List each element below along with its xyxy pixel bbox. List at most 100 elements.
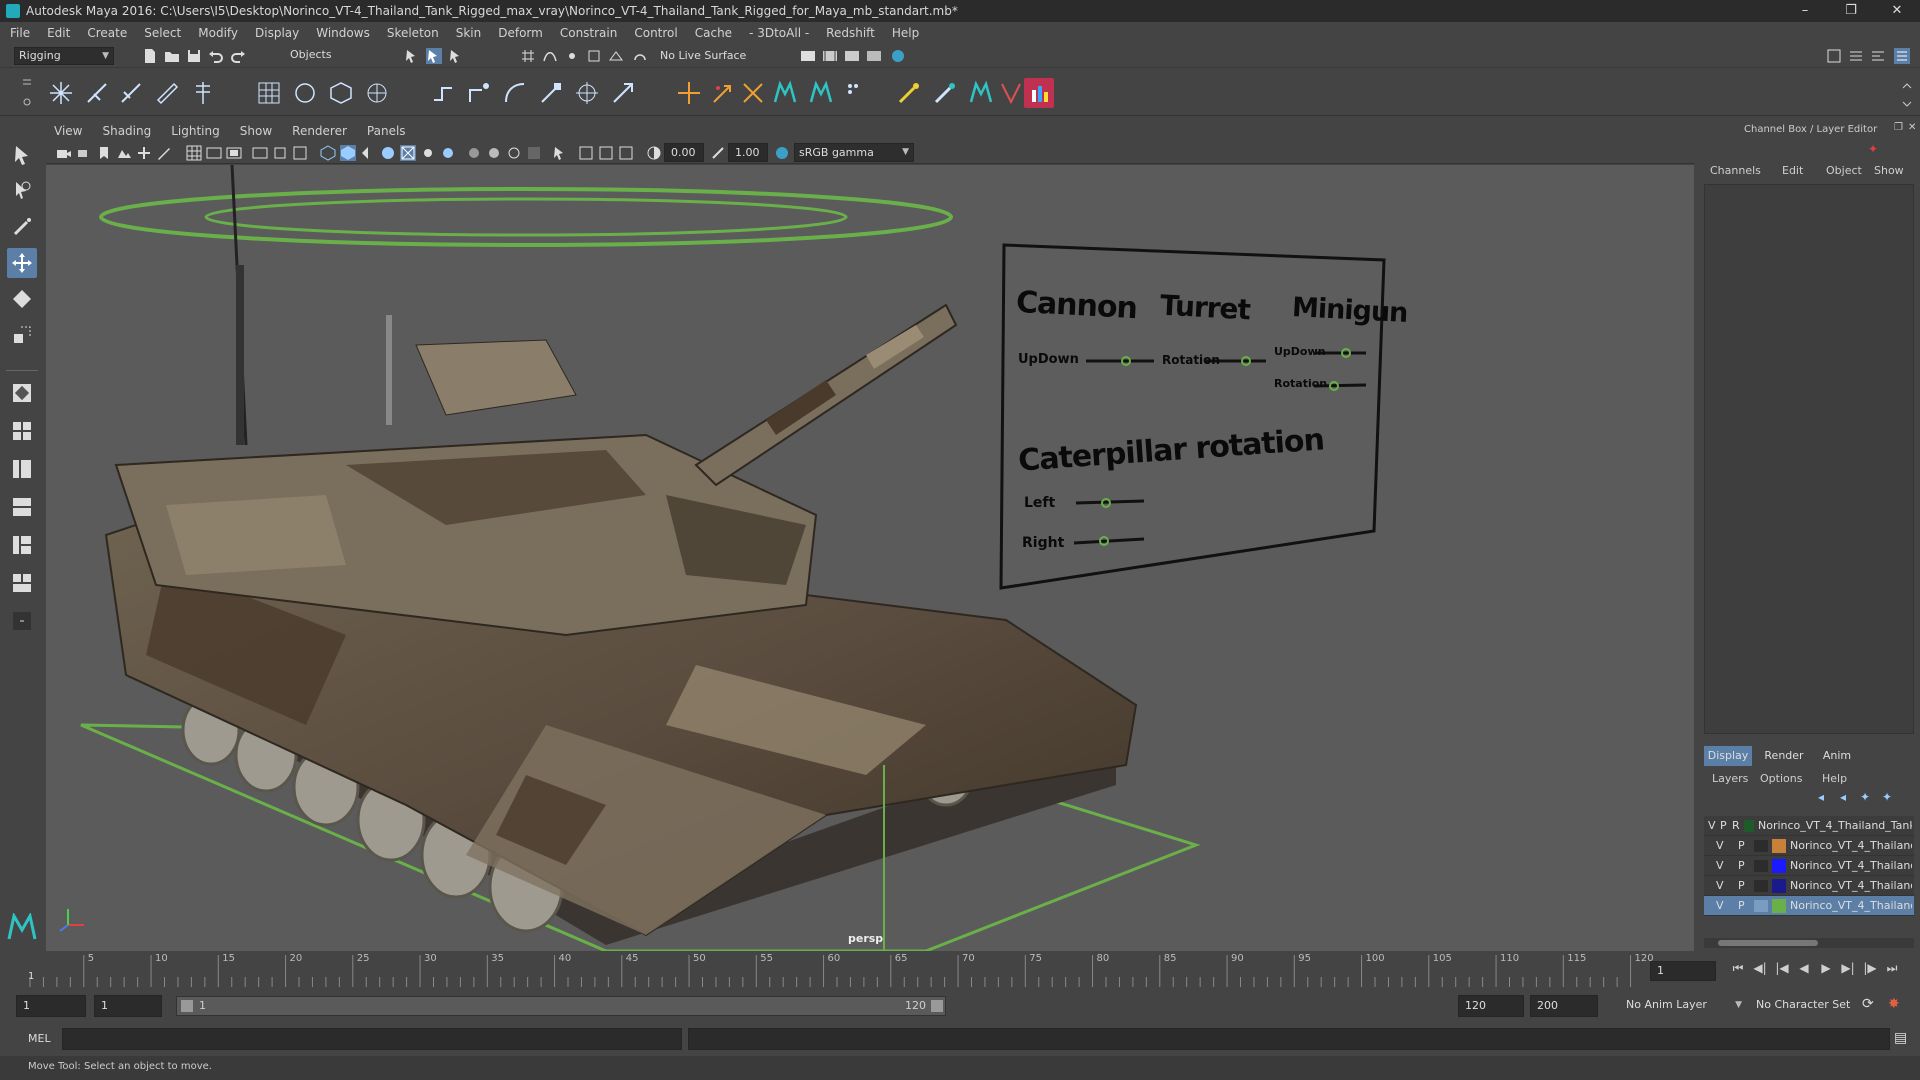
layer-visibility-toggle[interactable]: V (1716, 839, 1724, 852)
layer-row[interactable]: V P Norinco_VT_4_Thailand (1704, 856, 1914, 876)
float-panel-icon[interactable]: ❐ (1894, 122, 1903, 133)
close-panel-icon[interactable]: ✕ (1908, 122, 1916, 133)
layer-row[interactable]: V P R Norinco_VT_4_Thailand_Tank (1704, 816, 1914, 836)
menu-skeleton[interactable]: Skeleton (387, 26, 439, 40)
toolbox-collapse-icon[interactable] (7, 606, 37, 636)
save-scene-icon[interactable] (186, 48, 202, 64)
open-scene-icon[interactable] (164, 48, 180, 64)
channel-box-toggle-icon[interactable] (1894, 48, 1910, 64)
exposure-field[interactable]: 0.00 (664, 143, 704, 162)
step-back-key-icon[interactable]: |◀ (1772, 961, 1792, 976)
layer-name[interactable]: Norinco_VT_4_Thailand (1790, 859, 1912, 872)
menu-select[interactable]: Select (144, 26, 181, 40)
xray-components-icon[interactable] (618, 145, 634, 161)
auto-key-icon[interactable]: ⟳ (1862, 996, 1874, 1012)
play-forwards-icon[interactable]: ▶ (1816, 961, 1836, 976)
set-key-icon[interactable] (708, 78, 738, 108)
lasso-tool-icon[interactable] (7, 176, 37, 206)
menu-display[interactable]: Display (255, 26, 299, 40)
pole-vector-icon[interactable] (608, 78, 638, 108)
menu-windows[interactable]: Windows (316, 26, 370, 40)
scale-constraint-icon[interactable] (536, 78, 566, 108)
point-constraint-icon[interactable] (464, 78, 494, 108)
layer-reference-slot[interactable] (1754, 880, 1768, 892)
mirror-joint-icon[interactable] (188, 78, 218, 108)
current-frame-field[interactable]: 1 (1650, 961, 1716, 981)
lattice-icon[interactable] (254, 78, 284, 108)
ipr-render-icon[interactable] (844, 48, 860, 64)
dots-icon[interactable] (840, 78, 870, 108)
layer-reference-slot[interactable] (1754, 860, 1768, 872)
attribute-editor-icon[interactable] (1848, 48, 1864, 64)
menu-3dtoall[interactable]: - 3DtoAll - (749, 26, 809, 40)
layer-playback-toggle[interactable]: P (1738, 899, 1745, 912)
step-forward-frame-icon[interactable]: |▶ (1860, 961, 1880, 976)
xray-icon[interactable] (578, 145, 594, 161)
camera-icon[interactable] (56, 145, 72, 161)
layer-name[interactable]: Norinco_VT_4_Thailand (1790, 879, 1912, 892)
animation-end-field[interactable]: 200 (1530, 995, 1598, 1017)
brush-tool-icon[interactable] (930, 78, 960, 108)
single-perspective-layout-icon[interactable] (7, 378, 37, 408)
default-material-icon[interactable] (360, 145, 376, 161)
layer-row[interactable]: V P Norinco_VT_4_Thailand (1704, 836, 1914, 856)
channel-menu-channels[interactable]: Channels (1710, 164, 1761, 177)
menu-edit[interactable]: Edit (47, 26, 70, 40)
textured-icon[interactable] (400, 145, 416, 161)
use-all-lights-icon[interactable] (420, 145, 436, 161)
hik-icon[interactable] (770, 78, 800, 108)
camera-attributes-icon[interactable] (76, 145, 92, 161)
orient-constraint-icon[interactable] (500, 78, 530, 108)
select-by-object-icon[interactable] (426, 48, 442, 64)
menu-control[interactable]: Control (634, 26, 677, 40)
channel-box-area[interactable] (1704, 184, 1914, 734)
layer-menu-options[interactable]: Options (1760, 772, 1802, 785)
play-backwards-icon[interactable]: ◀ (1794, 961, 1814, 976)
range-start-handle[interactable] (181, 1000, 193, 1012)
paint-select-tool-icon[interactable] (7, 212, 37, 242)
menu-deform[interactable]: Deform (498, 26, 543, 40)
anim-layer-dropdown[interactable]: No Anim Layer ▼ (1622, 997, 1746, 1015)
snap-grid-icon[interactable] (520, 48, 536, 64)
shadows-icon[interactable] (440, 145, 456, 161)
wrap-deformer-icon[interactable] (326, 78, 356, 108)
layer-name[interactable]: Norinco_VT_4_Thailand (1790, 839, 1912, 852)
smooth-shade-icon[interactable] (340, 145, 356, 161)
modeling-toolkit-icon[interactable] (1826, 48, 1842, 64)
snap-curve-icon[interactable] (542, 48, 558, 64)
depth-of-field-icon[interactable] (526, 145, 542, 161)
persp-outliner-layout-icon[interactable] (7, 454, 37, 484)
render-sequence-icon[interactable] (822, 48, 838, 64)
layer-color-swatch[interactable] (1772, 839, 1786, 853)
field-chart-icon[interactable] (272, 145, 288, 161)
close-button[interactable]: ✕ (1874, 0, 1920, 22)
parent-constraint-icon[interactable] (428, 78, 458, 108)
isolate-select-icon[interactable] (552, 145, 568, 161)
menu-skin[interactable]: Skin (456, 26, 482, 40)
exposure-icon[interactable] (646, 145, 662, 161)
maximize-button[interactable]: ❐ (1828, 0, 1874, 22)
layer-color-swatch[interactable] (1772, 899, 1786, 913)
anti-aliasing-icon[interactable] (506, 145, 522, 161)
layer-row[interactable]: V P Norinco_VT_4_Thailand (1704, 876, 1914, 896)
turret-control-curve[interactable] (99, 187, 953, 247)
resolution-gate-icon[interactable] (226, 145, 242, 161)
xray-joints-icon[interactable] (598, 145, 614, 161)
menu-cache[interactable]: Cache (695, 26, 732, 40)
gate-mask-icon[interactable] (252, 145, 268, 161)
layer-color-swatch[interactable] (1744, 820, 1754, 832)
paint-weights-icon[interactable] (894, 78, 924, 108)
select-by-hierarchy-icon[interactable] (404, 48, 420, 64)
persp-graph-layout-icon[interactable] (7, 492, 37, 522)
v-icon[interactable] (996, 78, 1026, 108)
snap-projected-icon[interactable] (586, 48, 602, 64)
hik-pose-icon[interactable] (966, 78, 996, 108)
2d-pan-zoom-icon[interactable] (136, 145, 152, 161)
command-input[interactable] (62, 1028, 682, 1050)
grease-pencil-icon[interactable] (156, 145, 172, 161)
hik-character-icon[interactable] (806, 78, 836, 108)
step-forward-key-icon[interactable]: ▶| (1838, 961, 1858, 976)
gamma-field[interactable]: 1.00 (728, 143, 768, 162)
make-live-icon[interactable] (632, 48, 648, 64)
rotate-tool-icon[interactable] (7, 284, 37, 314)
